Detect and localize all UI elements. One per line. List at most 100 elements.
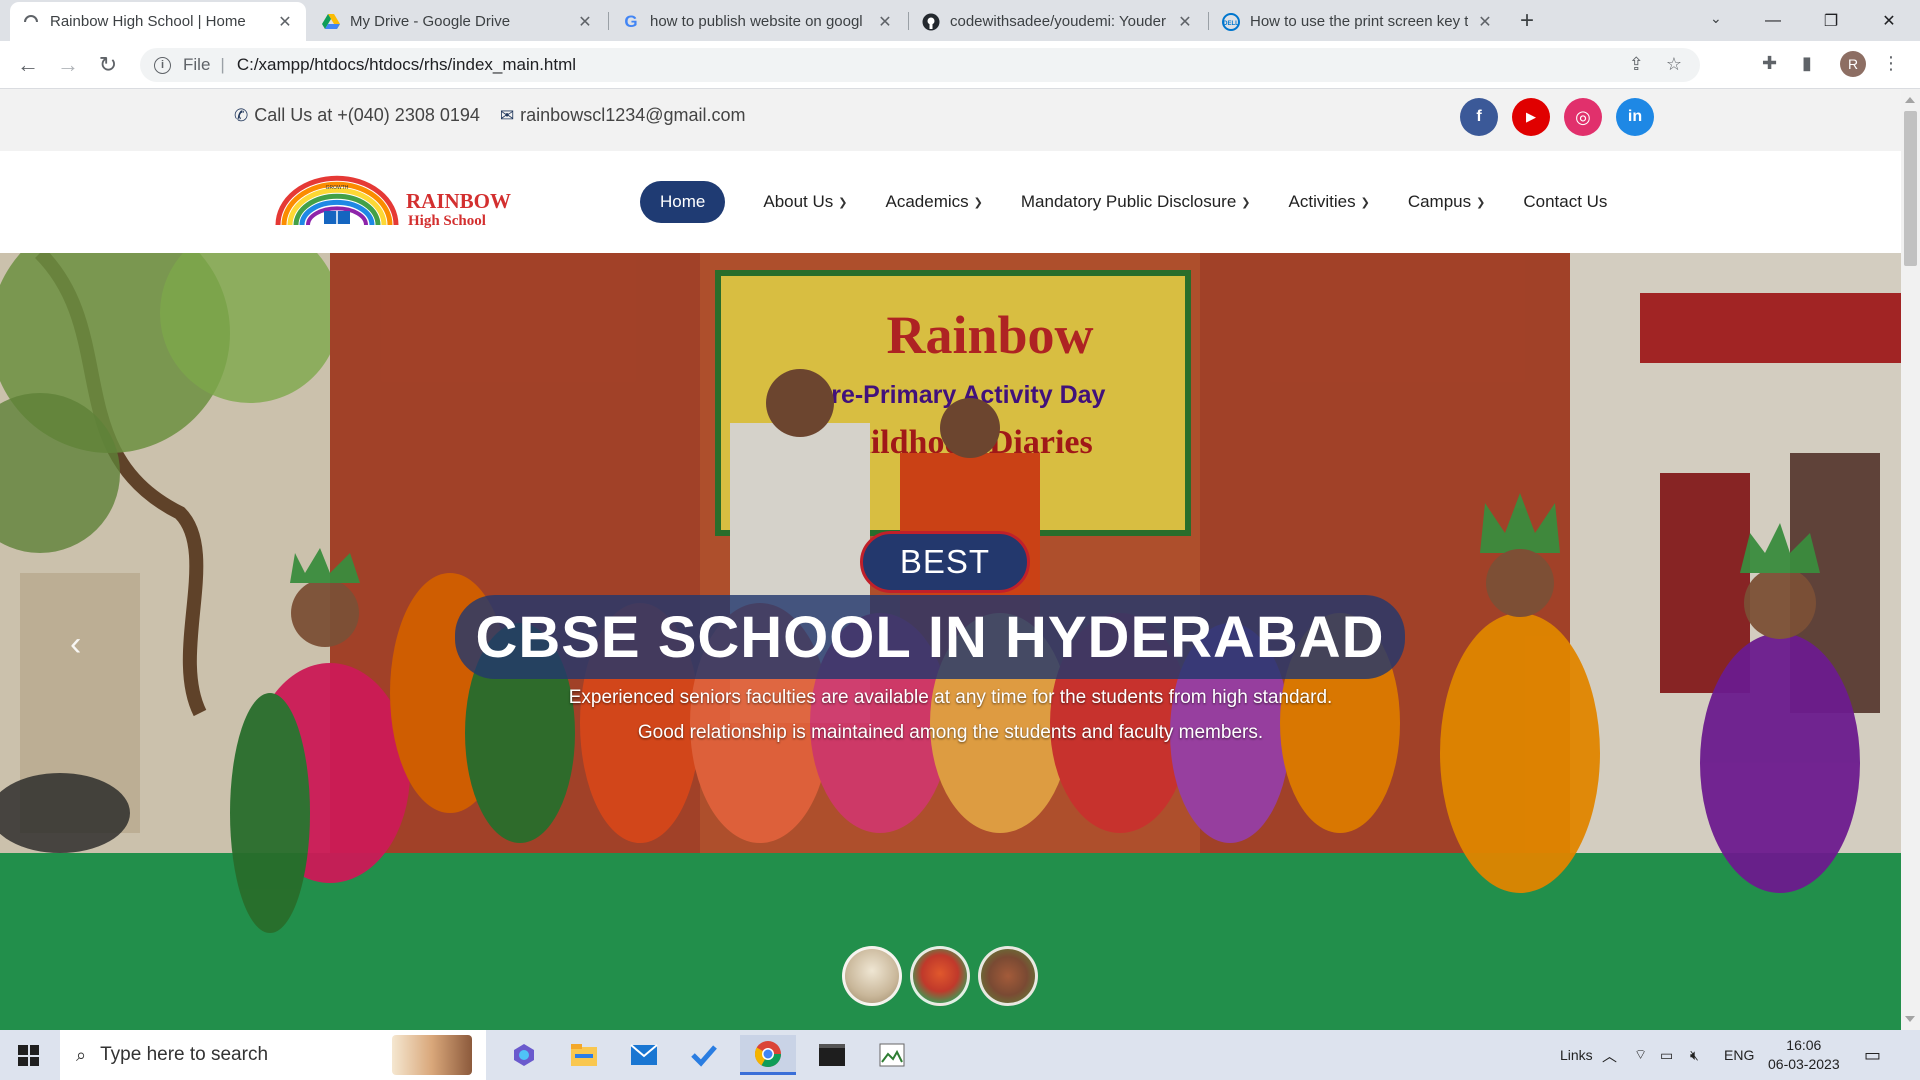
scroll-up-icon[interactable] [1905, 97, 1915, 103]
close-icon[interactable]: ✕ [576, 12, 594, 32]
logo-arc-text: GROWTH [326, 185, 349, 191]
svg-text:DELL: DELL [1223, 21, 1239, 27]
file-explorer-icon[interactable] [556, 1035, 612, 1075]
battery-icon[interactable]: ▭ [1660, 1030, 1673, 1080]
slider-thumbnails [842, 946, 1038, 1006]
copilot-icon[interactable] [496, 1035, 552, 1075]
close-window-icon[interactable]: ✕ [1860, 0, 1918, 41]
address-url: C:/xampp/htdocs/htdocs/rhs/index_main.ht… [236, 55, 577, 74]
tab-search-chevron-icon[interactable]: ⌄ [1710, 10, 1722, 27]
slide-thumbnail-3[interactable] [978, 946, 1038, 1006]
nav-label: Campus [1407, 192, 1472, 211]
browser-tab-1[interactable]: My Drive - Google Drive ✕ [310, 2, 606, 41]
page-scrollbar[interactable] [1901, 89, 1920, 1030]
links-toolbar-label[interactable]: Links [1560, 1030, 1593, 1080]
chevron-down-icon: ❯ [1360, 196, 1370, 209]
nav-label: Contact Us [1523, 192, 1608, 211]
slide-thumbnail-1[interactable] [842, 946, 902, 1006]
minimize-icon[interactable]: — [1744, 0, 1802, 41]
wifi-icon[interactable]: ⌔ [1634, 1030, 1647, 1080]
extensions-puzzle-icon[interactable]: ✚ [1762, 53, 1777, 74]
more-menu-icon[interactable]: ⋮ [1882, 53, 1900, 74]
close-icon[interactable]: ✕ [1176, 12, 1194, 32]
nav-item-home[interactable]: Home [640, 181, 726, 223]
chrome-icon[interactable] [740, 1035, 796, 1075]
slide-thumbnail-2[interactable] [910, 946, 970, 1006]
browser-toolbar: ← → ↻ i File | C:/xampp/htdocs/htdocs/rh… [0, 41, 1920, 89]
hero-description-line-1: Experienced seniors faculties are availa… [568, 687, 1333, 708]
google-icon: G [624, 11, 638, 31]
todo-check-icon[interactable] [676, 1035, 732, 1075]
nav-label: Activities [1288, 192, 1356, 211]
nav-menu: Home About Us ❯ Academics ❯ Mandatory Pu… [640, 181, 1645, 223]
contact-email[interactable]: rainbowscl1234@gmail.com [520, 105, 745, 126]
forward-arrow-icon[interactable]: → [54, 51, 82, 79]
contact-email-group: ✉ rainbowscl1234@gmail.com [500, 105, 746, 126]
scroll-thumb[interactable] [1904, 111, 1917, 266]
search-icon: ⌕ [76, 1044, 87, 1065]
linkedin-icon[interactable]: in [1616, 98, 1654, 136]
taskbar-search-input[interactable]: ⌕ Type here to search [60, 1030, 486, 1080]
terminal-icon[interactable] [804, 1035, 860, 1075]
hero-slider: Rainbow Pre-Primary Activity Day Childho… [0, 253, 1901, 1030]
contact-info: ✆ Call Us at +(040) 2308 0194 ✉ rainbows… [234, 105, 746, 126]
reload-icon[interactable]: ↻ [94, 51, 122, 79]
bookmark-star-icon[interactable]: ☆ [1666, 54, 1682, 75]
nav-item-activities[interactable]: Activities ❯ [1289, 192, 1370, 212]
side-panel-icon[interactable]: ▮ [1802, 53, 1812, 74]
instagram-icon[interactable]: ◎ [1564, 98, 1602, 136]
main-navbar: GROWTH RAINBOW High School Home About Us… [0, 151, 1901, 253]
scroll-down-icon[interactable] [1905, 1016, 1915, 1022]
nav-item-academics[interactable]: Academics ❯ [886, 192, 983, 212]
mail-icon[interactable] [616, 1035, 672, 1075]
close-icon[interactable]: ✕ [876, 12, 894, 32]
close-icon[interactable]: ✕ [1476, 12, 1494, 32]
nav-item-campus[interactable]: Campus ❯ [1408, 192, 1486, 212]
close-icon[interactable]: ✕ [276, 12, 294, 32]
browser-tab-3[interactable]: codewithsadee/youdemi: Youder ✕ [910, 2, 1206, 41]
nav-item-mandatory-public-disclosure[interactable]: Mandatory Public Disclosure ❯ [1021, 192, 1251, 212]
new-tab-button[interactable]: + [1520, 8, 1534, 34]
browser-tab-strip: Rainbow High School | Home ✕ My Drive - … [0, 0, 1920, 41]
site-info-icon[interactable]: i [154, 56, 171, 74]
taskbar-search-placeholder: Type here to search [100, 1044, 269, 1065]
browser-tab-0[interactable]: Rainbow High School | Home ✕ [10, 2, 306, 41]
facebook-icon[interactable]: f [1460, 98, 1498, 136]
chevron-up-icon[interactable]: ︿ [1602, 1030, 1617, 1080]
browser-tab-4[interactable]: DELL How to use the print screen key t ✕ [1210, 2, 1506, 41]
chevron-down-icon: ❯ [1241, 196, 1251, 209]
address-bar[interactable]: i File | C:/xampp/htdocs/htdocs/rhs/inde… [140, 48, 1700, 82]
tab-title: how to publish website on googl [650, 13, 863, 30]
tab-title: Rainbow High School | Home [50, 13, 246, 30]
school-logo[interactable]: GROWTH RAINBOW High School [272, 173, 546, 229]
clock-date: 06-03-2023 [1768, 1056, 1840, 1072]
language-indicator[interactable]: ENG [1724, 1030, 1754, 1080]
nav-item-contact-us[interactable]: Contact Us [1523, 192, 1607, 212]
hero-headline: CBSE SCHOOL IN HYDERABAD [455, 595, 1405, 679]
share-icon[interactable]: ⇪ [1629, 54, 1644, 75]
profile-avatar[interactable]: R [1840, 51, 1866, 77]
restore-icon[interactable]: ❐ [1802, 0, 1860, 41]
chevron-left-icon[interactable]: ‹ [70, 625, 81, 664]
search-highlight-icon [392, 1035, 472, 1075]
speaker-muted-icon[interactable]: 🔇︎ [1690, 1030, 1699, 1080]
phone-icon: ✆ [234, 105, 249, 125]
tab-separator [908, 12, 909, 30]
windows-start-icon[interactable] [18, 1045, 39, 1066]
image-editor-icon[interactable] [864, 1035, 920, 1075]
notification-icon[interactable]: ▭ [1864, 1030, 1881, 1080]
contact-bar: ✆ Call Us at +(040) 2308 0194 ✉ rainbows… [0, 89, 1901, 151]
tab-title: codewithsadee/youdemi: Youder [950, 13, 1166, 30]
google-drive-icon [322, 13, 340, 31]
taskbar-clock[interactable]: 16:06 06-03-2023 [1768, 1036, 1840, 1074]
tab-title: How to use the print screen key t [1250, 13, 1468, 30]
back-arrow-icon[interactable]: ← [14, 51, 42, 79]
page-viewport: ✆ Call Us at +(040) 2308 0194 ✉ rainbows… [0, 89, 1901, 1030]
youtube-icon[interactable]: ▶ [1512, 98, 1550, 136]
logo-line2: High School [408, 213, 486, 229]
browser-tab-2[interactable]: G how to publish website on googl ✕ [610, 2, 906, 41]
hero-badge: BEST [860, 531, 1030, 593]
nav-item-about-us[interactable]: About Us ❯ [763, 192, 847, 212]
dell-icon: DELL [1222, 12, 1240, 31]
address-divider: | [220, 55, 225, 74]
